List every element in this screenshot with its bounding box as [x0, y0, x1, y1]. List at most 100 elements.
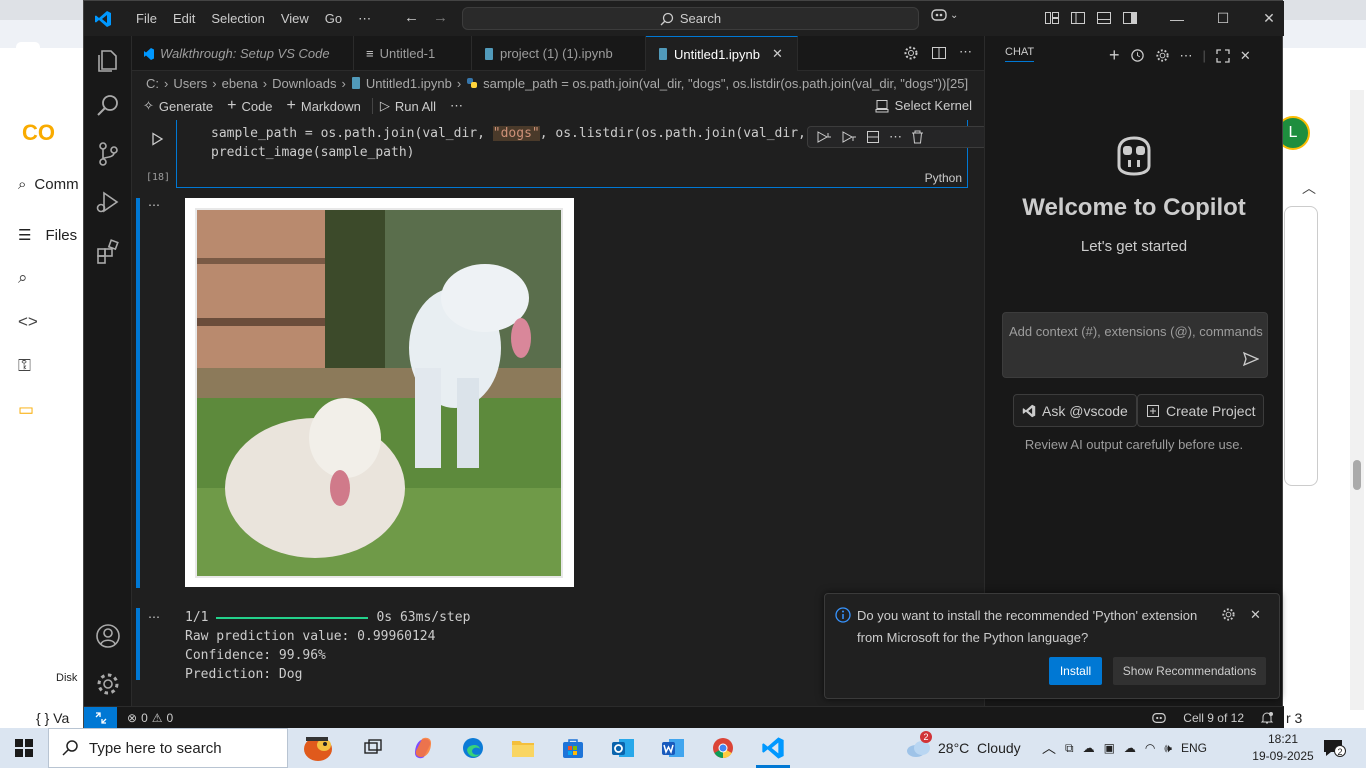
problems-indicator[interactable]: ⊗ 0 ⚠ 0	[127, 711, 173, 725]
generate-button[interactable]: ✧ Generate	[136, 98, 220, 114]
toolbar-more-button[interactable]: ⋯	[443, 98, 470, 114]
close-icon[interactable]: ✕	[1246, 1, 1292, 36]
menu-more[interactable]: ⋯	[350, 1, 379, 36]
gear-icon[interactable]	[1155, 48, 1170, 63]
close-tab-icon[interactable]: ✕	[772, 46, 783, 62]
run-below-icon[interactable]	[841, 130, 857, 144]
gear-icon[interactable]	[1221, 607, 1236, 622]
page-scrollbar[interactable]	[1350, 90, 1364, 710]
menu-go[interactable]: Go	[317, 1, 350, 36]
maximize-panel-icon[interactable]	[1216, 48, 1230, 63]
search-icon[interactable]	[94, 92, 122, 120]
scrollbar-thumb[interactable]	[1353, 460, 1361, 490]
chevron-up-icon[interactable]: ︿	[1302, 178, 1316, 198]
tray-app-icon[interactable]: ⧉	[1065, 741, 1074, 756]
toggle-primary-sidebar-icon[interactable]	[1070, 10, 1086, 26]
volume-icon[interactable]: 🕪	[1164, 741, 1172, 756]
cell-more-icon[interactable]: ⋯	[889, 130, 902, 143]
split-editor-icon[interactable]	[931, 45, 947, 61]
windows-start-button[interactable]	[0, 728, 48, 768]
toggle-panel-icon[interactable]	[1096, 10, 1112, 26]
edge-icon[interactable]	[448, 728, 498, 768]
wifi-icon[interactable]: ◠	[1145, 741, 1155, 755]
extensions-icon[interactable]	[94, 238, 122, 266]
language-indicator[interactable]: ENG	[1181, 741, 1207, 755]
run-debug-icon[interactable]	[94, 188, 122, 216]
select-kernel-button[interactable]: Select Kernel	[875, 98, 972, 113]
toggle-secondary-sidebar-icon[interactable]	[1122, 10, 1138, 26]
ask-vscode-button[interactable]: Ask @vscode	[1013, 394, 1137, 427]
output-actions-icon[interactable]: ⋯	[148, 198, 161, 212]
outlook-icon[interactable]	[598, 728, 648, 768]
code-text[interactable]: sample_path = os.path.join(val_dir, "dog…	[211, 124, 814, 162]
breadcrumb-item[interactable]: C:	[146, 76, 159, 91]
more-actions-icon[interactable]: ⋯	[1180, 48, 1193, 64]
maximize-icon[interactable]: ☐	[1200, 1, 1246, 36]
menu-edit[interactable]: Edit	[165, 1, 203, 36]
folder-icon[interactable]: ▭	[18, 400, 34, 420]
back-arrow-icon[interactable]: ←	[404, 9, 419, 26]
vscode-taskbar-icon[interactable]	[748, 728, 798, 768]
weather-widget[interactable]: 2 28°C Cloudy	[906, 728, 1021, 768]
remote-indicator-icon[interactable]	[84, 706, 117, 729]
history-icon[interactable]	[1130, 48, 1145, 63]
manage-gear-icon[interactable]	[94, 670, 122, 698]
breadcrumb-item[interactable]: Users	[173, 76, 207, 91]
copilot-status-icon[interactable]	[1151, 711, 1167, 725]
run-above-icon[interactable]	[816, 130, 832, 144]
command-center-search[interactable]: Search	[462, 7, 919, 30]
new-chat-icon[interactable]: +	[1109, 45, 1120, 66]
add-code-button[interactable]: + Code	[220, 97, 279, 115]
customize-layout-icon[interactable]	[1044, 10, 1060, 26]
taskbar-search-box[interactable]: Type here to search	[48, 728, 288, 768]
network-cloud-icon[interactable]: ☁	[1083, 741, 1095, 755]
create-project-button[interactable]: Create Project	[1137, 394, 1265, 427]
tab-untitled1-notebook[interactable]: Untitled1.ipynb ✕	[646, 36, 798, 71]
tab-untitled-1[interactable]: ≡ Untitled-1	[354, 36, 472, 71]
onedrive-icon[interactable]: ☁	[1124, 741, 1136, 755]
minimize-icon[interactable]: —	[1154, 1, 1200, 36]
task-view-icon[interactable]	[348, 728, 398, 768]
split-cell-icon[interactable]	[866, 130, 880, 144]
breadcrumb-item[interactable]: ebena	[222, 76, 258, 91]
accounts-icon[interactable]	[94, 622, 122, 650]
chevron-up-icon[interactable]: ︿	[1042, 738, 1056, 758]
explorer-icon[interactable]	[94, 46, 122, 74]
microsoft-store-icon[interactable]	[548, 728, 598, 768]
breadcrumb-item[interactable]: sample_path = os.path.join(val_dir, "dog…	[483, 76, 968, 91]
run-cell-button[interactable]	[150, 132, 164, 146]
cell-position[interactable]: Cell 9 of 12	[1183, 711, 1244, 725]
display-icon[interactable]: ▣	[1104, 741, 1115, 755]
command-palette-button[interactable]: ⌕ Comm	[18, 176, 79, 193]
breadcrumb-item[interactable]: Untitled1.ipynb	[366, 76, 452, 91]
chrome-icon[interactable]	[698, 728, 748, 768]
chat-title[interactable]: CHAT	[1005, 46, 1035, 62]
menu-file[interactable]: File	[128, 1, 165, 36]
breadcrumb-item[interactable]: Downloads	[272, 76, 336, 91]
search-highlight-icon[interactable]	[288, 728, 348, 768]
code-snippets-icon[interactable]: <>	[18, 312, 38, 332]
tab-walkthrough[interactable]: Walkthrough: Setup VS Code	[132, 36, 354, 71]
toc-icon[interactable]: ☰	[18, 226, 31, 244]
forward-arrow-icon[interactable]: →	[433, 9, 448, 26]
find-icon[interactable]: ⌕	[18, 268, 28, 288]
close-icon[interactable]: ✕	[1240, 48, 1251, 64]
word-icon[interactable]	[648, 728, 698, 768]
chat-input[interactable]: Add context (#), extensions (@), command…	[1002, 312, 1268, 378]
gear-icon[interactable]	[903, 45, 919, 61]
send-icon[interactable]	[1243, 351, 1259, 367]
file-explorer-icon[interactable]	[498, 728, 548, 768]
run-all-button[interactable]: ▷ Run All	[371, 98, 443, 114]
add-markdown-button[interactable]: + Markdown	[280, 97, 368, 115]
notifications-bell-icon[interactable]	[1260, 711, 1274, 725]
code-editor[interactable]: sample_path = os.path.join(val_dir, "dog…	[177, 120, 984, 168]
code-cell[interactable]: sample_path = os.path.join(val_dir, "dog…	[176, 120, 984, 188]
source-control-icon[interactable]	[94, 140, 122, 168]
close-icon[interactable]: ✕	[1250, 607, 1261, 623]
trash-icon[interactable]	[911, 130, 924, 144]
install-button[interactable]: Install	[1049, 657, 1102, 685]
menu-selection[interactable]: Selection	[203, 1, 272, 36]
output-actions-icon[interactable]: ⋯	[148, 610, 161, 624]
variables-button[interactable]: { } Va	[36, 710, 69, 726]
notification-center-icon[interactable]: 2	[1322, 737, 1346, 759]
